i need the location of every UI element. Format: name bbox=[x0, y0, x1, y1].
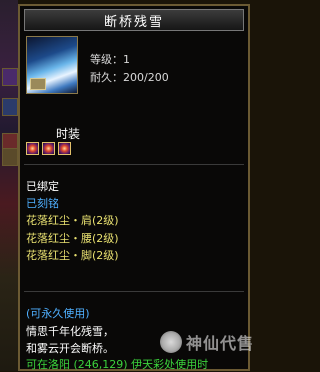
set-bonus-waist: 花落红尘・腰(2级) bbox=[26, 232, 119, 245]
set-bonus-shoulder: 花落红尘・肩(2级) bbox=[26, 214, 119, 227]
gem-icon bbox=[42, 142, 55, 155]
bound-status: 已绑定 bbox=[26, 180, 59, 193]
item-portrait bbox=[26, 36, 78, 94]
item-tooltip: 断桥残雪 等级：1 耐久：200/200 时装 已绑定 已刻铭 花落红尘・肩(2… bbox=[18, 4, 253, 371]
game-scene-background bbox=[0, 0, 18, 371]
item-level: 等级：1 bbox=[90, 53, 130, 66]
watermark: 神仙代售 bbox=[160, 322, 268, 362]
gem-icon bbox=[58, 142, 71, 155]
gem-slots bbox=[26, 142, 71, 155]
usage-note: (可永久使用) bbox=[26, 307, 90, 320]
item-durability: 耐久：200/200 bbox=[90, 71, 169, 84]
flavor-text-line: 情思千年化残雪， bbox=[26, 325, 114, 338]
set-bonus-feet: 花落红尘・脚(2级) bbox=[26, 249, 119, 262]
item-type: 时装 bbox=[56, 127, 81, 141]
watermark-logo-icon bbox=[160, 331, 182, 353]
engraved-status: 已刻铭 bbox=[26, 197, 59, 210]
divider bbox=[24, 164, 244, 165]
watermark-text: 神仙代售 bbox=[186, 334, 255, 353]
inventory-slot[interactable] bbox=[2, 98, 18, 116]
inventory-slot[interactable] bbox=[2, 148, 18, 166]
inventory-slot[interactable] bbox=[2, 68, 18, 86]
divider bbox=[24, 291, 244, 292]
gem-icon bbox=[26, 142, 39, 155]
flavor-text-line: 和雾云开会断桥。 bbox=[26, 342, 114, 355]
item-title-bar: 断桥残雪 bbox=[24, 9, 244, 31]
bind-badge-icon bbox=[30, 78, 46, 90]
item-name: 断桥残雪 bbox=[103, 14, 164, 30]
